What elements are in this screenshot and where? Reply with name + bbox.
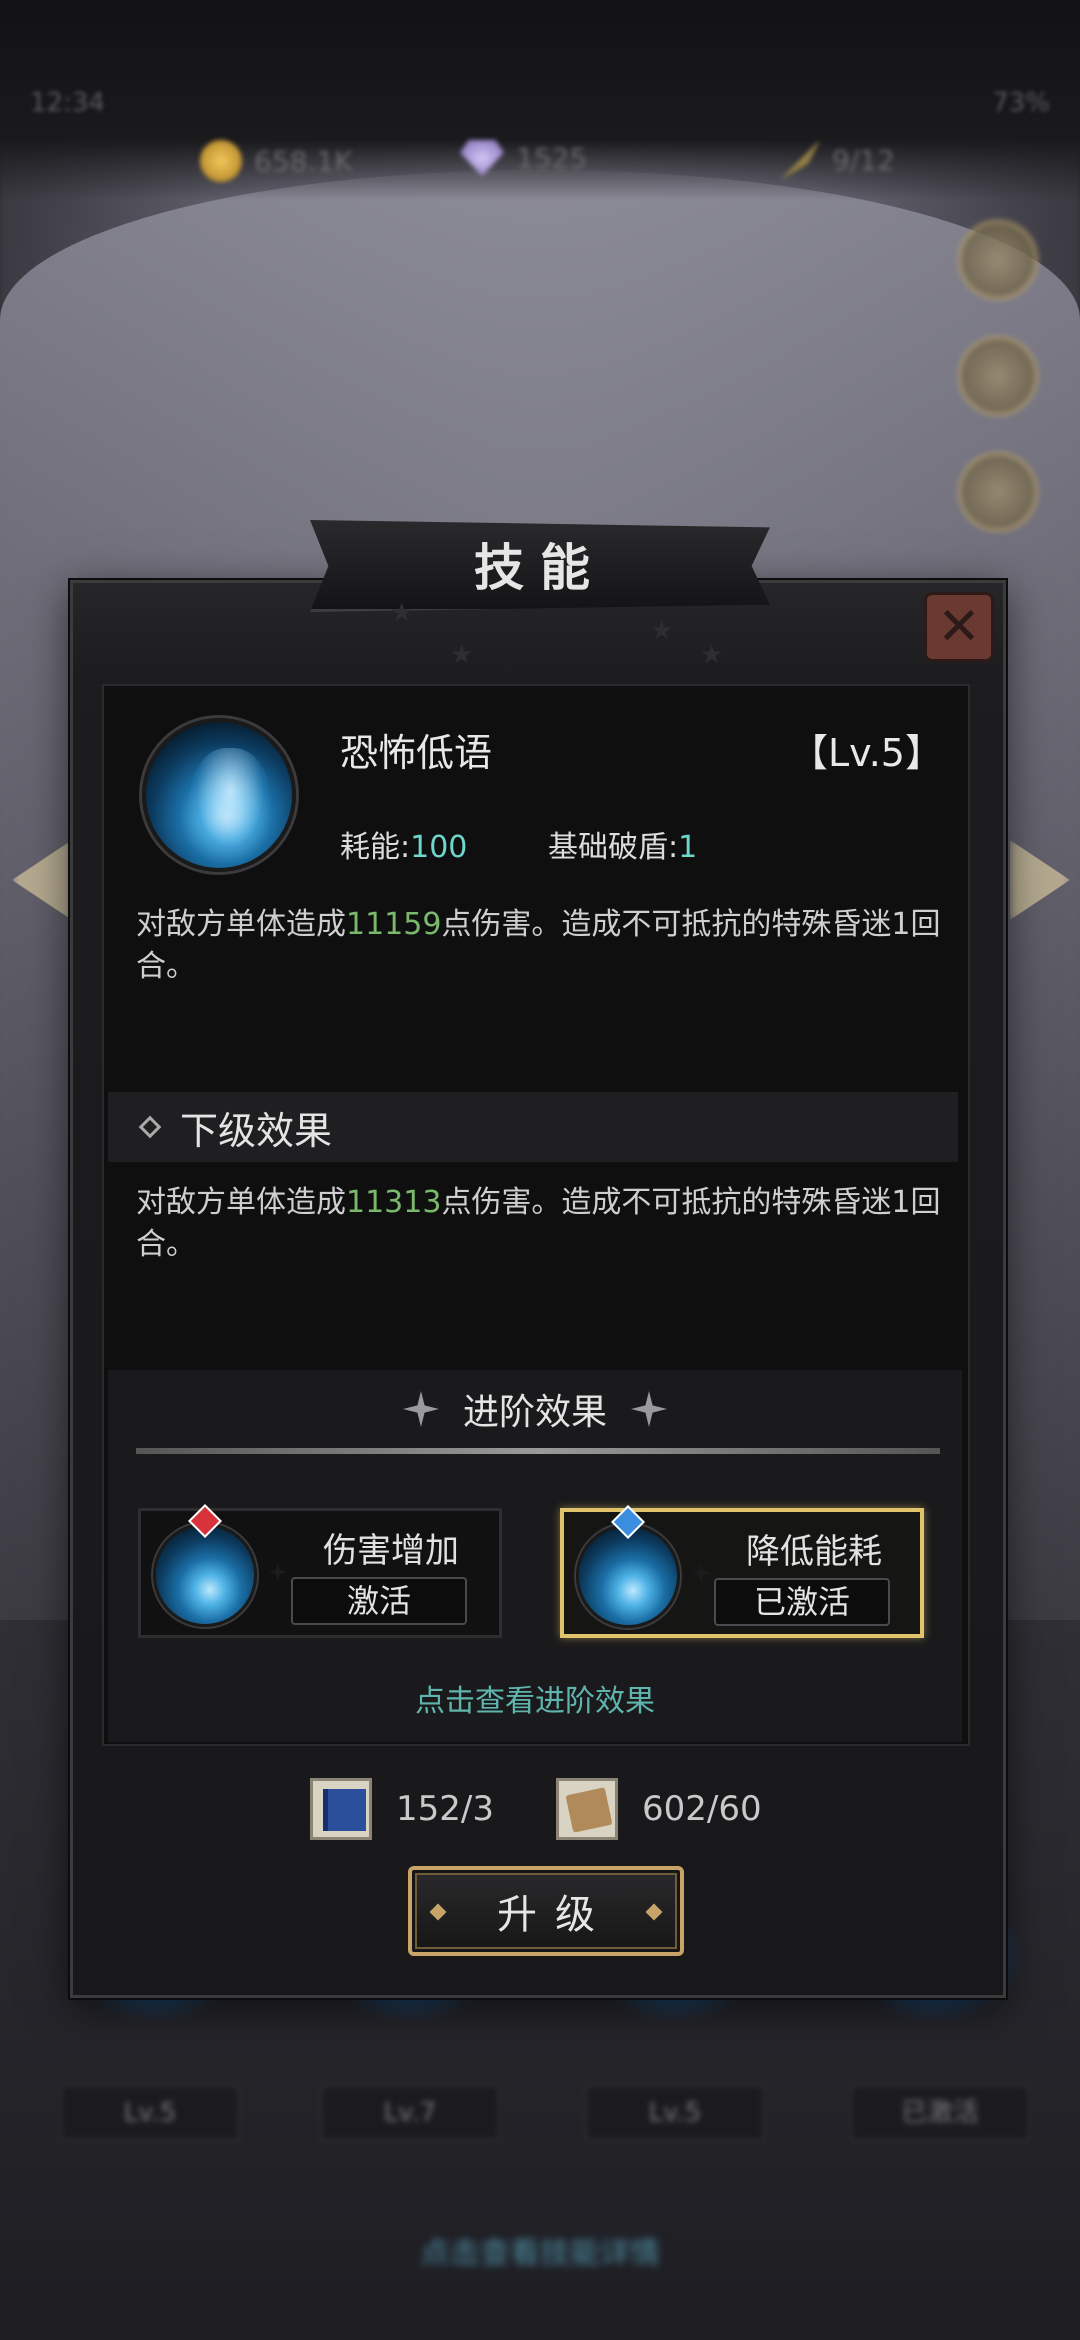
diamond-icon [138, 1115, 162, 1139]
feather-value: 9/12 [832, 143, 895, 177]
bottom-level-pill: 已激活 [850, 2085, 1030, 2141]
resource-bar: 658.1K 1525 9/12 [0, 130, 1080, 200]
desc-text: 对敌方单体造成 [136, 1185, 346, 1220]
status-time: 12:34 [30, 88, 105, 118]
divider [136, 1448, 940, 1454]
scroll-count: 602/60 [642, 1789, 762, 1829]
coin-value: 658.1K [254, 144, 353, 178]
sparkle-icon [692, 1564, 710, 1582]
sparkle-icon [402, 1391, 439, 1427]
advanced-title-row: 进阶效果 [108, 1380, 962, 1438]
side-menu-button-1[interactable] [958, 220, 1038, 300]
energy-cost-value: 100 [410, 830, 468, 865]
sparkle-icon [631, 1391, 667, 1427]
banner-star-icon: ★ [390, 598, 414, 628]
banner-star-icon: ★ [650, 616, 674, 646]
damage-value: 11159 [346, 907, 442, 942]
next-level-title: 下级效果 [180, 1108, 333, 1153]
bottom-detail-link: 点击查看技能详情 [420, 2236, 660, 2271]
view-advanced-link[interactable]: 点击查看进阶效果 [108, 1676, 962, 1720]
skill-level: 【Lv.5】 [790, 731, 943, 775]
resource-feather[interactable]: 9/12 [780, 140, 895, 180]
next-level-header: 下级效果 [108, 1092, 958, 1162]
cost-scroll: 602/60 [556, 1778, 762, 1840]
scroll-icon [556, 1778, 618, 1840]
status-battery: 73% [992, 88, 1050, 118]
resource-gem[interactable]: 1525 [460, 140, 587, 176]
bottom-level-pill: Lv.7 [320, 2085, 500, 2141]
bottom-level-pill: Lv.5 [585, 2085, 765, 2141]
close-button[interactable]: ✕ [924, 592, 994, 662]
side-menu-button-2[interactable] [958, 336, 1038, 416]
shield-break-value: 1 [678, 830, 698, 865]
energy-cost-stat: 耗能:100 [340, 822, 467, 866]
resource-coin[interactable]: 658.1K [200, 140, 353, 182]
cost-skill-book: 152/3 [310, 1778, 494, 1840]
option-name: 伤害增加 [323, 1531, 459, 1571]
gem-icon [460, 140, 504, 176]
feather-icon [780, 140, 820, 180]
option-name: 降低能耗 [746, 1532, 882, 1572]
advanced-option-energy[interactable]: 降低能耗 已激活 [560, 1505, 924, 1638]
option-portrait [153, 1523, 257, 1627]
upgrade-cost-row: 152/3 602/60 [0, 1778, 1080, 1844]
advanced-option-damage[interactable]: 伤害增加 激活 [138, 1504, 502, 1638]
skill-portrait [142, 718, 296, 872]
skill-book-icon [310, 1778, 372, 1840]
side-menu-button-3[interactable] [958, 452, 1038, 532]
desc-text: 对敌方单体造成 [136, 907, 346, 942]
bottom-level-pill: Lv.5 [60, 2085, 240, 2141]
diamond-icon [429, 1903, 447, 1921]
sparkle-icon [269, 1563, 287, 1581]
gem-value: 1525 [516, 141, 588, 175]
diamond-icon [645, 1903, 663, 1921]
upgrade-button[interactable]: 升级 [408, 1866, 684, 1956]
damage-value: 11313 [346, 1185, 442, 1220]
dialog-title: 技能 [474, 539, 606, 597]
close-icon: ✕ [937, 597, 981, 657]
coin-icon [200, 140, 242, 182]
skill-book-count: 152/3 [396, 1789, 494, 1829]
next-level-description: 对敌方单体造成11313点伤害。造成不可抵抗的特殊昏迷1回合。 [136, 1182, 966, 1266]
activated-button[interactable]: 已激活 [714, 1578, 890, 1626]
activate-button[interactable]: 激活 [291, 1577, 467, 1625]
shield-break-label: 基础破盾: [548, 830, 679, 865]
skill-name: 恐怖低语 [340, 731, 493, 775]
banner-star-icon: ★ [450, 640, 474, 670]
skill-description: 对敌方单体造成11159点伤害。造成不可抵抗的特殊昏迷1回合。 [136, 904, 966, 988]
shield-break-stat: 基础破盾:1 [548, 822, 697, 866]
upgrade-label: 升级 [497, 1892, 613, 1938]
advanced-title: 进阶效果 [462, 1392, 607, 1433]
option-portrait [576, 1524, 680, 1628]
status-bar: 12:34 73% [30, 88, 1050, 128]
energy-cost-label: 耗能: [340, 830, 411, 865]
banner-star-icon: ★ [700, 640, 724, 670]
